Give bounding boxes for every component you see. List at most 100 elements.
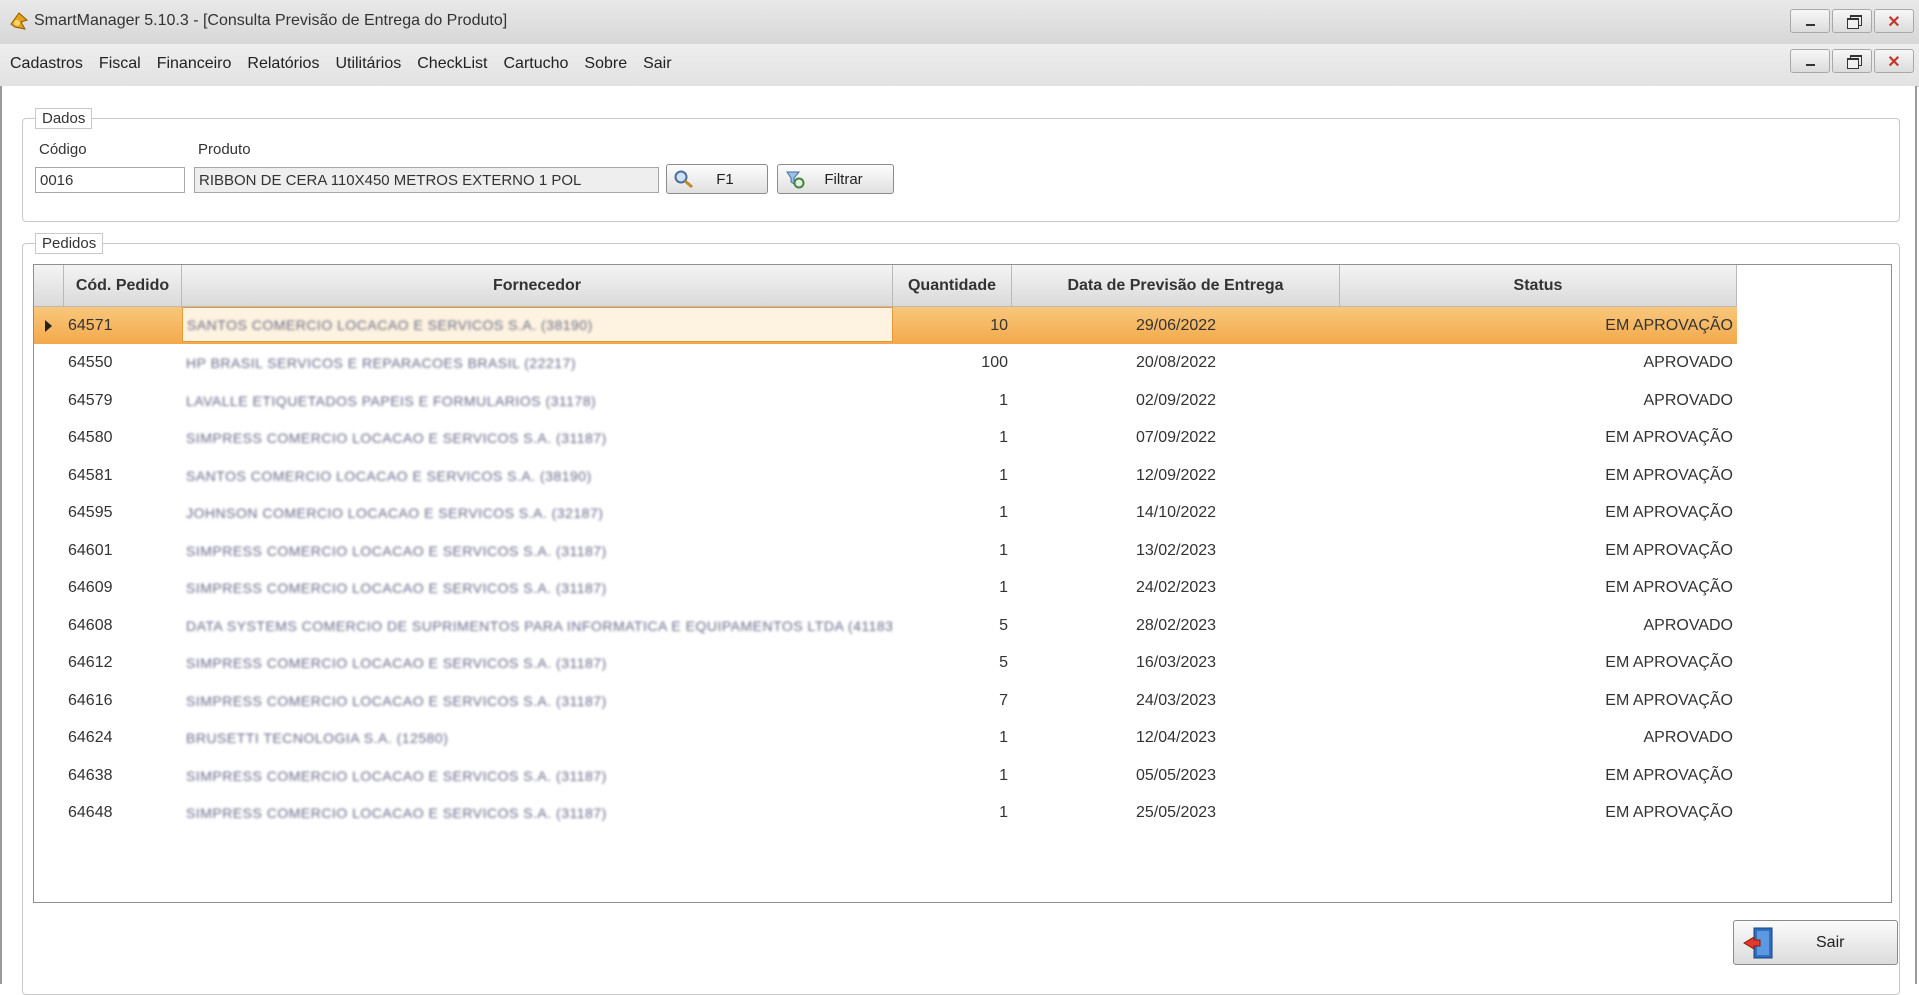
- cell-cod-pedido[interactable]: 64595: [64, 495, 182, 532]
- row-selector[interactable]: [34, 457, 64, 494]
- cell-data-previsao[interactable]: 02/09/2022: [1012, 382, 1340, 419]
- sair-button[interactable]: Sair: [1733, 920, 1898, 965]
- table-row[interactable]: 64609 SIMPRESS COMERCIO LOCACAO E SERVICO…: [34, 570, 1737, 607]
- cell-fornecedor[interactable]: HP BRASIL SERVICOS E REPARACOES BRASIL (…: [182, 345, 893, 382]
- cell-cod-pedido[interactable]: 64648: [64, 795, 182, 832]
- row-selector[interactable]: [34, 307, 64, 344]
- col-header-quantidade[interactable]: Quantidade: [893, 265, 1012, 307]
- cell-fornecedor[interactable]: SIMPRESS COMERCIO LOCACAO E SERVICOS S.A…: [182, 757, 893, 794]
- cell-status[interactable]: EM APROVAÇÃO: [1340, 532, 1737, 569]
- cell-cod-pedido[interactable]: 64579: [64, 382, 182, 419]
- child-minimize-button[interactable]: [1790, 49, 1830, 73]
- cell-quantidade[interactable]: 1: [893, 457, 1012, 494]
- cell-status[interactable]: APROVADO: [1340, 382, 1737, 419]
- codigo-input[interactable]: [35, 167, 185, 193]
- cell-quantidade[interactable]: 1: [893, 570, 1012, 607]
- row-selector[interactable]: [34, 607, 64, 644]
- table-row[interactable]: 64550 HP BRASIL SERVICOS E REPARACOES BRA…: [34, 345, 1737, 382]
- cell-status[interactable]: EM APROVAÇÃO: [1340, 495, 1737, 532]
- close-button[interactable]: ✕: [1874, 9, 1914, 33]
- cell-data-previsao[interactable]: 12/04/2023: [1012, 720, 1340, 757]
- cell-fornecedor[interactable]: SANTOS COMERCIO LOCACAO E SERVICOS S.A. …: [182, 307, 893, 342]
- cell-fornecedor[interactable]: SIMPRESS COMERCIO LOCACAO E SERVICOS S.A…: [182, 795, 893, 832]
- cell-cod-pedido[interactable]: 64609: [64, 570, 182, 607]
- col-header-cod-pedido[interactable]: Cód. Pedido: [64, 265, 182, 307]
- row-selector[interactable]: [34, 720, 64, 757]
- row-selector[interactable]: [34, 570, 64, 607]
- table-row[interactable]: 64616 SIMPRESS COMERCIO LOCACAO E SERVICO…: [34, 682, 1737, 719]
- row-selector[interactable]: [34, 682, 64, 719]
- cell-quantidade[interactable]: 1: [893, 420, 1012, 457]
- cell-fornecedor[interactable]: LAVALLE ETIQUETADOS PAPEIS E FORMULARIOS…: [182, 382, 893, 419]
- table-row[interactable]: 64580 SIMPRESS COMERCIO LOCACAO E SERVICO…: [34, 420, 1737, 457]
- cell-data-previsao[interactable]: 14/10/2022: [1012, 495, 1340, 532]
- cell-data-previsao[interactable]: 20/08/2022: [1012, 345, 1340, 382]
- cell-fornecedor[interactable]: SANTOS COMERCIO LOCACAO E SERVICOS S.A. …: [182, 457, 893, 494]
- cell-data-previsao[interactable]: 05/05/2023: [1012, 757, 1340, 794]
- cell-cod-pedido[interactable]: 64581: [64, 457, 182, 494]
- cell-cod-pedido[interactable]: 64638: [64, 757, 182, 794]
- cell-quantidade[interactable]: 1: [893, 382, 1012, 419]
- cell-status[interactable]: EM APROVAÇÃO: [1340, 795, 1737, 832]
- cell-data-previsao[interactable]: 12/09/2022: [1012, 457, 1340, 494]
- cell-cod-pedido[interactable]: 64612: [64, 645, 182, 682]
- table-row[interactable]: 64638 SIMPRESS COMERCIO LOCACAO E SERVICO…: [34, 757, 1737, 794]
- menu-item-cadastros[interactable]: Cadastros: [2, 51, 91, 77]
- cell-fornecedor[interactable]: SIMPRESS COMERCIO LOCACAO E SERVICOS S.A…: [182, 570, 893, 607]
- row-selector[interactable]: [34, 382, 64, 419]
- cell-data-previsao[interactable]: 16/03/2023: [1012, 645, 1340, 682]
- col-header-fornecedor[interactable]: Fornecedor: [182, 265, 893, 307]
- cell-status[interactable]: APROVADO: [1340, 345, 1737, 382]
- cell-status[interactable]: EM APROVAÇÃO: [1340, 757, 1737, 794]
- cell-data-previsao[interactable]: 29/06/2022: [1012, 307, 1340, 344]
- cell-quantidade[interactable]: 10: [893, 307, 1012, 344]
- cell-quantidade[interactable]: 1: [893, 720, 1012, 757]
- cell-fornecedor[interactable]: SIMPRESS COMERCIO LOCACAO E SERVICOS S.A…: [182, 645, 893, 682]
- cell-fornecedor[interactable]: JOHNSON COMERCIO LOCACAO E SERVICOS S.A.…: [182, 495, 893, 532]
- cell-quantidade[interactable]: 100: [893, 345, 1012, 382]
- cell-cod-pedido[interactable]: 64580: [64, 420, 182, 457]
- minimize-button[interactable]: [1790, 9, 1830, 33]
- cell-status[interactable]: APROVADO: [1340, 720, 1737, 757]
- cell-cod-pedido[interactable]: 64601: [64, 532, 182, 569]
- cell-fornecedor[interactable]: BRUSETTI TECNOLOGIA S.A. (12580): [182, 720, 893, 757]
- pedidos-grid[interactable]: Cód. Pedido Fornecedor Quantidade Data d…: [33, 264, 1892, 903]
- table-row[interactable]: 64579 LAVALLE ETIQUETADOS PAPEIS E FORMUL…: [34, 382, 1737, 419]
- cell-quantidade[interactable]: 1: [893, 757, 1012, 794]
- produto-input[interactable]: [194, 167, 659, 193]
- cell-status[interactable]: EM APROVAÇÃO: [1340, 457, 1737, 494]
- filtrar-button[interactable]: Filtrar: [777, 164, 894, 194]
- table-row[interactable]: 64648 SIMPRESS COMERCIO LOCACAO E SERVICO…: [34, 795, 1737, 832]
- cell-data-previsao[interactable]: 24/02/2023: [1012, 570, 1340, 607]
- cell-fornecedor[interactable]: SIMPRESS COMERCIO LOCACAO E SERVICOS S.A…: [182, 532, 893, 569]
- table-row[interactable]: 64624 BRUSETTI TECNOLOGIA S.A. (12580) 1 12…: [34, 720, 1737, 757]
- cell-data-previsao[interactable]: 24/03/2023: [1012, 682, 1340, 719]
- cell-cod-pedido[interactable]: 64616: [64, 682, 182, 719]
- row-selector[interactable]: [34, 532, 64, 569]
- child-close-button[interactable]: ✕: [1874, 49, 1914, 73]
- child-restore-button[interactable]: [1832, 49, 1872, 73]
- cell-quantidade[interactable]: 1: [893, 795, 1012, 832]
- cell-status[interactable]: APROVADO: [1340, 607, 1737, 644]
- col-header-status[interactable]: Status: [1340, 265, 1737, 307]
- cell-fornecedor[interactable]: DATA SYSTEMS COMERCIO DE SUPRIMENTOS PAR…: [182, 607, 893, 644]
- row-selector[interactable]: [34, 420, 64, 457]
- col-header-data-previsao[interactable]: Data de Previsão de Entrega: [1012, 265, 1340, 307]
- cell-status[interactable]: EM APROVAÇÃO: [1340, 570, 1737, 607]
- table-row[interactable]: 64608 DATA SYSTEMS COMERCIO DE SUPRIMENTO…: [34, 607, 1737, 644]
- menu-item-sair[interactable]: Sair: [635, 51, 679, 77]
- row-selector[interactable]: [34, 645, 64, 682]
- cell-cod-pedido[interactable]: 64624: [64, 720, 182, 757]
- cell-status[interactable]: EM APROVAÇÃO: [1340, 645, 1737, 682]
- cell-fornecedor[interactable]: SIMPRESS COMERCIO LOCACAO E SERVICOS S.A…: [182, 420, 893, 457]
- cell-data-previsao[interactable]: 13/02/2023: [1012, 532, 1340, 569]
- cell-quantidade[interactable]: 7: [893, 682, 1012, 719]
- cell-quantidade[interactable]: 5: [893, 645, 1012, 682]
- f1-search-button[interactable]: F1: [666, 164, 768, 194]
- cell-quantidade[interactable]: 1: [893, 532, 1012, 569]
- menu-item-sobre[interactable]: Sobre: [576, 51, 635, 77]
- restore-button[interactable]: [1832, 9, 1872, 33]
- table-row[interactable]: 64612 SIMPRESS COMERCIO LOCACAO E SERVICO…: [34, 645, 1737, 682]
- table-row[interactable]: 64581 SANTOS COMERCIO LOCACAO E SERVICOS …: [34, 457, 1737, 494]
- menu-item-cartucho[interactable]: Cartucho: [495, 51, 576, 77]
